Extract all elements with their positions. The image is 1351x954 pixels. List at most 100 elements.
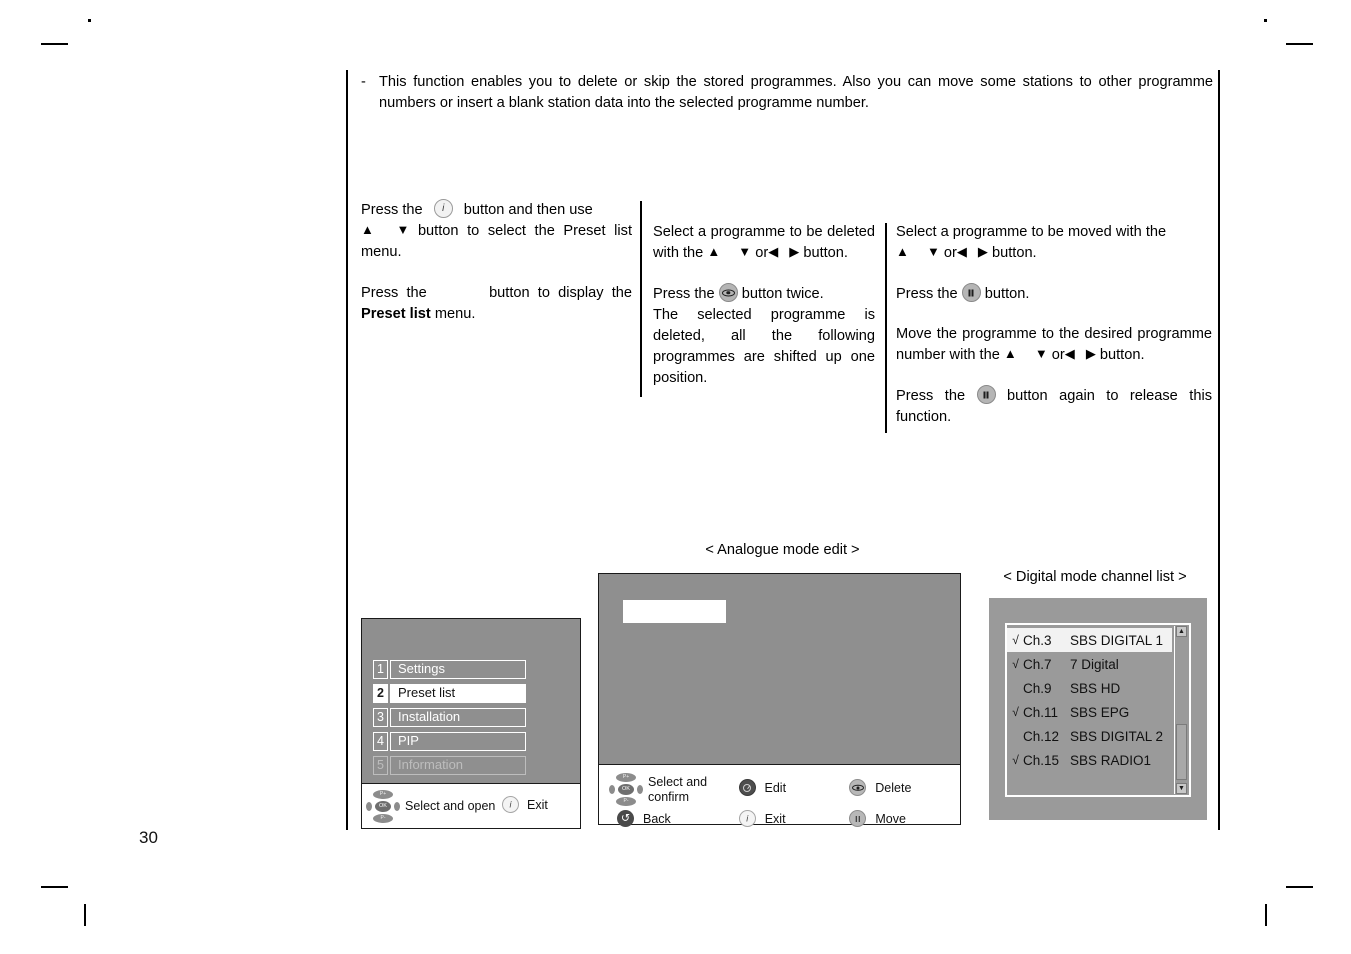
dpad-up-label: P+ xyxy=(373,790,393,799)
left-step-1-text-b: button and then use xyxy=(463,202,593,218)
channel-check-icon: √ xyxy=(1012,657,1019,671)
arrow-up-icon: ▲ xyxy=(361,222,374,237)
arrow-left-icon: ◀ xyxy=(768,244,779,259)
left-step-2-text-b: button to display the xyxy=(489,285,632,301)
channel-list-scrollbar[interactable]: ▲ ▼ xyxy=(1174,626,1188,794)
arrow-down-icon: ▼ xyxy=(1034,346,1048,361)
blank-button-icon xyxy=(435,282,481,301)
intro-bullet-dash: - xyxy=(361,74,366,90)
pause-move-button-icon xyxy=(849,810,867,827)
scrollbar-thumb[interactable] xyxy=(1176,724,1187,780)
crop-mark-line-bottom-left xyxy=(41,886,68,888)
analogue-footer-edit-label: Edit xyxy=(764,780,787,795)
arrow-right-icon: ▶ xyxy=(1085,346,1096,361)
menu-item-pip[interactable]: 4 PIP xyxy=(373,732,526,751)
menu-item-number: 2 xyxy=(373,684,388,703)
menu-item-settings[interactable]: 1 Settings xyxy=(373,660,526,679)
channel-check-icon: √ xyxy=(1012,753,1019,767)
dpad-down-label: P- xyxy=(373,814,393,823)
menu-item-label: Preset list xyxy=(390,684,526,703)
menu-item-label: Information xyxy=(390,756,526,775)
content-frame-right-rule xyxy=(1218,70,1220,830)
analogue-footer-move[interactable]: Move xyxy=(849,810,960,827)
menu-item-list: 1 Settings 2 Preset list 3 Installation … xyxy=(373,660,526,780)
menu-footer-select-line2: and open xyxy=(443,799,496,813)
scroll-up-arrow-icon[interactable]: ▲ xyxy=(1176,626,1187,637)
dpad-navigation-icon[interactable]: P+ OK P- xyxy=(609,773,643,806)
arrow-left-icon: ◀ xyxy=(1064,346,1075,361)
right-step-1-text-b: button. xyxy=(991,245,1037,261)
pause-move-button-icon xyxy=(961,283,981,302)
info-button-icon xyxy=(433,199,453,218)
analogue-footer-edit[interactable]: Edit xyxy=(738,773,850,796)
middle-step-3-text: The selected programme is deleted, all t… xyxy=(653,307,875,386)
channel-row[interactable]: √ Ch.15 SBS RADIO1 xyxy=(1007,748,1172,772)
channel-row[interactable]: √ Ch.7 7 Digital xyxy=(1007,652,1172,676)
pause-move-button-icon xyxy=(976,385,996,404)
intro-paragraph: - This function enables you to delete or… xyxy=(361,72,1213,114)
middle-step-2: Press the button twice. The selected pro… xyxy=(653,283,875,389)
crop-mark-line-bottom-right xyxy=(1286,886,1313,888)
analogue-footer-exit-label: Exit xyxy=(764,811,786,826)
dpad-navigation-icon[interactable]: P+ OK P- xyxy=(366,790,400,823)
channel-number: Ch.3 xyxy=(1023,632,1052,648)
menu-item-installation[interactable]: 3 Installation xyxy=(373,708,526,727)
menu-item-number: 3 xyxy=(373,708,388,727)
crop-mark-tick-bottom-left xyxy=(84,904,86,926)
back-arrow-icon xyxy=(617,810,634,827)
arrow-up-icon: ▲ xyxy=(896,244,909,259)
menu-footer-exit[interactable]: Exit xyxy=(502,796,548,813)
arrow-up-icon: ▲ xyxy=(707,244,721,259)
dpad-ok-label: OK xyxy=(375,801,391,812)
right-step-4-text-a: Press the xyxy=(896,388,966,404)
menu-item-information: 5 Information xyxy=(373,756,526,775)
page-number: 30 xyxy=(139,828,158,847)
channel-row[interactable]: Ch.9 SBS HD xyxy=(1007,676,1172,700)
intro-text: This function enables you to delete or s… xyxy=(379,74,1213,111)
dpad-right-icon xyxy=(637,785,643,794)
manual-page: - This function enables you to delete or… xyxy=(0,0,1351,954)
channel-number: Ch.9 xyxy=(1023,680,1052,696)
analogue-edit-highlight-bar[interactable] xyxy=(623,600,726,623)
menu-item-preset-list[interactable]: 2 Preset list xyxy=(373,684,526,703)
channel-check-icon: √ xyxy=(1012,705,1019,719)
content-frame-left-rule xyxy=(346,70,348,830)
analogue-footer-select[interactable]: P+ OK P- Select and confirm xyxy=(599,773,739,806)
channel-row[interactable]: √ Ch.3 SBS DIGITAL 1 xyxy=(1007,628,1172,652)
channel-check-icon: √ xyxy=(1012,633,1019,647)
arrow-down-icon: ▼ xyxy=(396,222,410,237)
right-step-2-text-b: button. xyxy=(984,286,1030,302)
left-step-2: Press the button to display the Preset l… xyxy=(361,282,632,325)
right-step-3: Move the programme to the desired progra… xyxy=(896,324,1212,366)
channel-number: Ch.15 xyxy=(1023,752,1060,768)
info-button-icon xyxy=(738,810,756,827)
crop-mark-tick-bottom-right xyxy=(1265,904,1267,926)
analogue-footer-back[interactable]: Back xyxy=(599,810,739,827)
arrow-up-icon: ▲ xyxy=(1003,346,1017,361)
scroll-down-arrow-icon[interactable]: ▼ xyxy=(1176,783,1187,794)
channel-row[interactable]: √ Ch.11 SBS EPG xyxy=(1007,700,1172,724)
analogue-footer-delete[interactable]: Delete xyxy=(849,773,960,796)
arrow-right-icon: ▶ xyxy=(789,244,800,259)
middle-step-1: Select a programme to be deleted with th… xyxy=(653,222,875,264)
middle-step-2-text-b: button twice. xyxy=(741,286,824,302)
left-step-1: Press the button and then use ▲ ▼ button… xyxy=(361,199,632,263)
right-step-1-text-a: Select a programme to be moved with the xyxy=(896,224,1167,240)
channel-name: 7 Digital xyxy=(1070,656,1119,672)
osd-digital-channel-list-panel: √ Ch.3 SBS DIGITAL 1 √ Ch.7 7 Digital Ch… xyxy=(989,598,1207,820)
channel-row[interactable]: Ch.12 SBS DIGITAL 2 xyxy=(1007,724,1172,748)
dpad-left-icon xyxy=(609,785,615,794)
osd-main-menu-panel: 1 Settings 2 Preset list 3 Installation … xyxy=(361,618,581,829)
arrow-down-icon: ▼ xyxy=(926,244,940,259)
instruction-column-right: Select a programme to be moved with the … xyxy=(896,222,1212,428)
arrow-down-icon: ▼ xyxy=(738,244,752,259)
middle-step-1-text-b: button. xyxy=(803,245,848,261)
arrow-right-icon: ▶ xyxy=(977,244,988,259)
channel-number: Ch.12 xyxy=(1023,728,1060,744)
middle-step-1-or: or xyxy=(755,245,769,261)
analogue-panel-caption: < Analogue mode edit > xyxy=(705,542,860,558)
analogue-footer-exit[interactable]: Exit xyxy=(738,810,850,827)
right-step-1: Select a programme to be moved with the … xyxy=(896,222,1212,264)
channel-name: SBS DIGITAL 1 xyxy=(1070,632,1164,648)
analogue-footer-move-label: Move xyxy=(875,811,906,826)
